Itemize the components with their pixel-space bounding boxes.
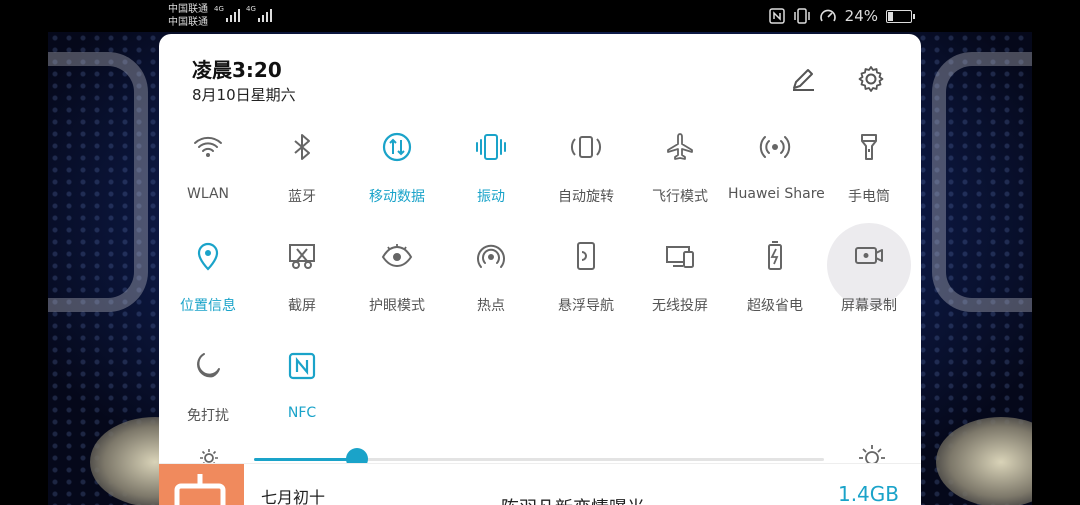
auto-rotate-icon — [571, 136, 601, 158]
tile-label: Huawei Share — [728, 186, 825, 202]
eye-comfort-icon — [381, 244, 413, 268]
tile-label: WLAN — [186, 186, 229, 202]
pencil-icon — [793, 69, 814, 91]
tile-label: 位置信息 — [180, 298, 236, 314]
tile-airplane[interactable]: 飞行模式 — [633, 130, 727, 234]
tile-label: 热点 — [477, 298, 505, 314]
location-icon — [197, 242, 219, 271]
nfc-status-icon — [768, 8, 785, 24]
vibrate-status-icon — [793, 8, 810, 24]
tile-label: 超级省电 — [747, 298, 803, 314]
tile-huawei-share[interactable]: Huawei Share — [728, 130, 825, 234]
airplane-icon — [667, 133, 693, 160]
app-icon — [159, 464, 244, 505]
settings-button[interactable] — [856, 64, 886, 94]
data-size: 1.4GB — [837, 482, 899, 505]
edit-tiles-button[interactable] — [788, 64, 818, 94]
gear-icon — [858, 66, 884, 92]
nfc-icon — [288, 352, 316, 380]
tile-flashlight[interactable]: 手电筒 — [822, 130, 916, 234]
hotspot-icon — [477, 244, 505, 268]
tile-eye-comfort[interactable]: 护眼模式 — [350, 239, 444, 343]
battery-icon — [886, 9, 915, 23]
carrier-labels: 中国联通 中国联通 — [168, 3, 208, 29]
tile-floating-nav[interactable]: 悬浮导航 — [539, 239, 633, 343]
tile-label: 移动数据 — [369, 189, 425, 205]
status-right: 24% — [768, 7, 915, 25]
status-bar: 中国联通 中国联通 4G 4G 24% — [0, 0, 1080, 32]
quick-settings-panel: 凌晨3:20 8月10日星期六 WLAN 蓝牙 移动数据 振动 自动旋转 飞行模… — [159, 34, 921, 505]
tile-label: 手电筒 — [848, 189, 890, 205]
battery-percent: 24% — [844, 7, 878, 25]
flashlight-icon — [861, 134, 877, 160]
wallpaper-light-right — [936, 417, 1032, 505]
brightness-slider-track[interactable] — [254, 458, 824, 461]
calendar-app-icon — [174, 474, 226, 505]
screen-record-icon — [855, 247, 883, 264]
wireless-projection-icon — [666, 246, 694, 268]
huawei-share-icon — [759, 136, 791, 158]
tile-screenshot[interactable]: 截屏 — [255, 239, 349, 343]
tile-wlan[interactable]: WLAN — [161, 130, 255, 234]
wallpaper-frame-right — [932, 52, 1032, 312]
tile-label: 自动旋转 — [558, 189, 614, 205]
tile-bluetooth[interactable]: 蓝牙 — [255, 130, 349, 234]
tile-hotspot[interactable]: 热点 — [444, 239, 538, 343]
lunar-date: 七月初十 — [261, 488, 326, 505]
tile-label: 截屏 — [288, 298, 316, 314]
tile-mobile-data[interactable]: 移动数据 — [350, 130, 444, 234]
signal-2-icon: 4G — [246, 5, 272, 22]
carrier-1: 中国联通 — [168, 4, 208, 15]
tile-wireless-projection[interactable]: 无线投屏 — [633, 239, 727, 343]
vibrate-icon — [476, 134, 506, 160]
bluetooth-icon — [294, 134, 310, 160]
tile-vibrate[interactable]: 振动 — [444, 130, 538, 234]
notification-card[interactable]: 七月初十 陈羽凡新恋情曝光 1.4GB — [159, 463, 921, 505]
tile-label: 护眼模式 — [369, 298, 425, 314]
signal-1-icon: 4G — [214, 5, 240, 22]
carrier-2: 中国联通 — [168, 17, 208, 28]
data-saver-status-icon — [819, 9, 836, 22]
power-saving-icon — [768, 241, 782, 270]
tile-label: 免打扰 — [187, 408, 229, 424]
tile-label: NFC — [287, 405, 317, 421]
tile-label: 飞行模式 — [652, 189, 708, 205]
screenshot-icon — [289, 244, 315, 269]
brightness-slider-fill — [254, 458, 357, 461]
tile-power-saving[interactable]: 超级省电 — [728, 239, 822, 343]
tile-location[interactable]: 位置信息 — [161, 239, 255, 343]
moon-icon — [197, 353, 220, 378]
news-headline: 陈羽凡新恋情曝光 — [501, 494, 645, 505]
wallpaper-frame-left — [48, 52, 148, 312]
mobile-data-icon — [382, 132, 412, 162]
panel-date: 8月10日星期六 — [192, 86, 296, 104]
tile-label: 蓝牙 — [288, 189, 316, 205]
tile-auto-rotate[interactable]: 自动旋转 — [539, 130, 633, 234]
tile-screen-record[interactable]: 屏幕录制 — [822, 223, 916, 343]
wifi-icon — [194, 136, 222, 157]
tile-label: 屏幕录制 — [841, 298, 897, 314]
tile-label: 悬浮导航 — [558, 298, 614, 314]
tile-label: 无线投屏 — [652, 298, 708, 314]
tile-label: 振动 — [477, 189, 505, 205]
panel-time: 凌晨3:20 — [192, 58, 282, 82]
floating-nav-icon — [577, 242, 595, 270]
